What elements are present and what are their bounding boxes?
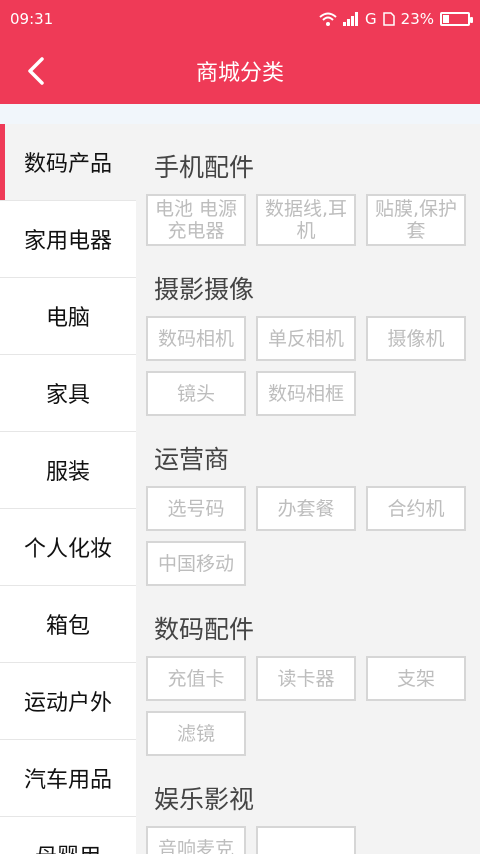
chip-group: 数码相机 单反相机 摄像机镜头 数码相框	[146, 316, 480, 416]
chip-group: 充值卡 读卡器 支架滤镜	[146, 656, 480, 756]
subcategory-chip[interactable]: 音响麦克	[146, 826, 246, 854]
section-title: 娱乐影视	[154, 785, 255, 814]
app-header: 商城分类	[0, 38, 480, 104]
subcategory-chip[interactable]: 数码相框	[256, 371, 356, 416]
subcategory-chip[interactable]: 办套餐	[256, 486, 356, 531]
section-title: 运营商	[154, 445, 230, 474]
sidebar-item[interactable]: 数码产品	[0, 124, 136, 201]
section-title: 手机配件	[154, 153, 255, 182]
battery-percent: 23%	[400, 10, 434, 28]
chip-group: 选号码 办套餐 合约机中国移动	[146, 486, 480, 586]
network-type: G	[365, 10, 377, 28]
page-title: 商城分类	[195, 61, 284, 86]
subcategory-chip[interactable]: 合约机	[366, 486, 466, 531]
subcategory-chip[interactable]: 镜头	[146, 371, 246, 416]
wifi-icon	[319, 12, 337, 26]
subcategory-chip[interactable]: 支架	[366, 656, 466, 701]
back-button[interactable]	[16, 51, 56, 91]
subcategory-chip[interactable]: 滤镜	[146, 711, 246, 756]
section-title: 数码配件	[154, 615, 255, 644]
sidebar-item[interactable]: 家具	[0, 355, 136, 432]
subcategory-chip[interactable]: 贴膜,保护套	[366, 194, 466, 246]
chevron-left-icon	[28, 57, 44, 85]
sidebar-item[interactable]: 家用电器	[0, 201, 136, 278]
sidebar-item[interactable]: 母婴用	[0, 817, 136, 854]
sidebar-item[interactable]: 电脑	[0, 278, 136, 355]
header-divider	[0, 104, 480, 124]
sim-icon	[382, 12, 395, 26]
subcategory-chip[interactable]: 单反相机	[256, 316, 356, 361]
sidebar-item[interactable]: 箱包	[0, 586, 136, 663]
battery-icon	[440, 12, 473, 26]
sidebar-item[interactable]: 服装	[0, 432, 136, 509]
status-time: 09:31	[10, 10, 54, 28]
status-icons: G 23%	[319, 10, 473, 28]
subcategory-panel: 手机配件电池 电源充电器 数据线,耳机 贴膜,保护套摄影摄像数码相机 单反相机 摄像机镜…	[136, 124, 480, 854]
signal-icon	[343, 12, 359, 26]
subcategory-chip[interactable]: 选号码	[146, 486, 246, 531]
category-sidebar: 数码产品家用电器电脑家具服装个人化妆箱包运动户外汽车用品母婴用	[0, 124, 136, 854]
status-bar: 09:31 G 23%	[0, 0, 480, 38]
subcategory-chip[interactable]: 数码相机	[146, 316, 246, 361]
subcategory-chip[interactable]: 中国移动	[146, 541, 246, 586]
sidebar-item[interactable]: 运动户外	[0, 663, 136, 740]
chip-group: 音响麦克	[146, 826, 480, 854]
subcategory-chip[interactable]: 充值卡	[146, 656, 246, 701]
sidebar-item[interactable]: 个人化妆	[0, 509, 136, 586]
subcategory-chip[interactable]: 电池 电源充电器	[146, 194, 246, 246]
subcategory-chip[interactable]: 摄像机	[366, 316, 466, 361]
subcategory-chip[interactable]: 读卡器	[256, 656, 356, 701]
subcategory-chip[interactable]	[256, 826, 356, 854]
subcategory-chip[interactable]: 数据线,耳机	[256, 194, 356, 246]
chip-group: 电池 电源充电器 数据线,耳机 贴膜,保护套	[146, 194, 480, 246]
section-title: 摄影摄像	[154, 275, 255, 304]
sidebar-item[interactable]: 汽车用品	[0, 740, 136, 817]
